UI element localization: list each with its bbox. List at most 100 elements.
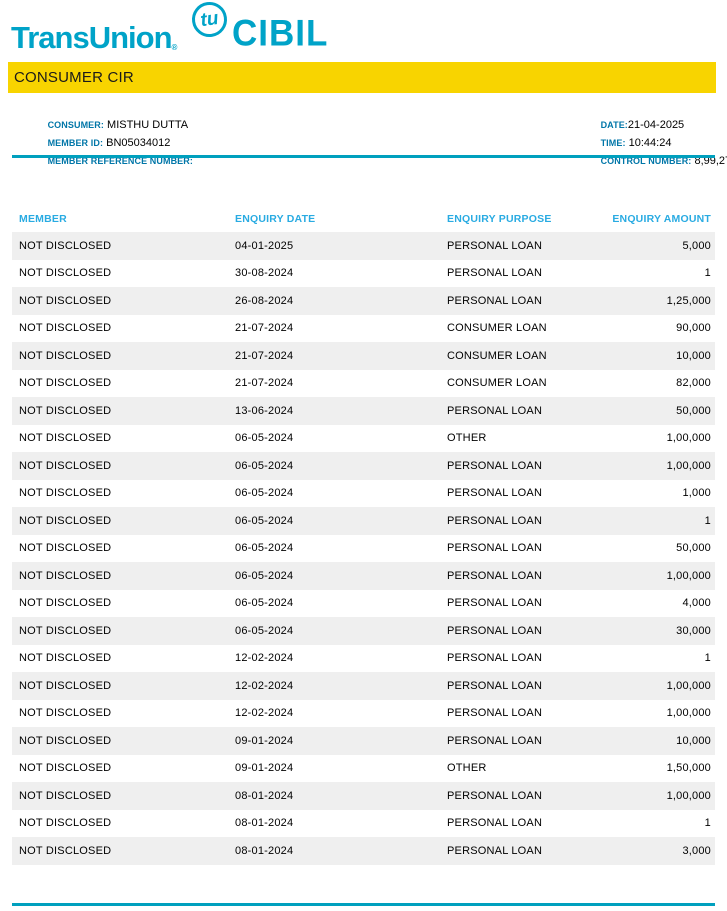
- cell-member: NOT DISCLOSED: [19, 707, 112, 720]
- cell-member: NOT DISCLOSED: [19, 569, 112, 582]
- table-row: NOT DISCLOSED 04-01-2025 PERSONAL LOAN 5…: [12, 232, 715, 260]
- cell-member: NOT DISCLOSED: [19, 322, 112, 335]
- registered-trademark-symbol: ®: [171, 43, 178, 52]
- transunion-wordmark-text: TransUnion: [11, 20, 173, 55]
- cell-member: NOT DISCLOSED: [19, 652, 112, 665]
- cell-enquiry-date: 06-05-2024: [235, 542, 294, 555]
- cell-enquiry-date: 09-01-2024: [235, 734, 294, 747]
- cell-member: NOT DISCLOSED: [19, 349, 112, 362]
- cell-enquiry-purpose: PERSONAL LOAN: [447, 404, 543, 417]
- cell-enquiry-amount: 1,50,000: [666, 762, 711, 775]
- date-line: DATE:21-04-2025: [565, 97, 727, 131]
- column-header-enquiry-amount: ENQUIRY AMOUNT: [612, 213, 711, 225]
- cell-enquiry-purpose: PERSONAL LOAN: [447, 239, 543, 252]
- date-label: DATE:: [600, 120, 628, 130]
- table-body: NOT DISCLOSED 04-01-2025 PERSONAL LOAN 5…: [12, 232, 715, 865]
- member-id-label: MEMBER ID:: [47, 138, 104, 148]
- table-row: NOT DISCLOSED 06-05-2024 PERSONAL LOAN 1…: [12, 562, 715, 590]
- table-header-row: MEMBER ENQUIRY DATE ENQUIRY PURPOSE ENQU…: [12, 206, 715, 232]
- cell-enquiry-date: 06-05-2024: [235, 569, 294, 582]
- cell-enquiry-amount: 1,00,000: [666, 432, 711, 445]
- cell-enquiry-purpose: PERSONAL LOAN: [447, 267, 543, 280]
- cell-enquiry-date: 06-05-2024: [235, 597, 294, 610]
- cell-enquiry-date: 13-06-2024: [235, 404, 294, 417]
- cell-enquiry-amount: 4,000: [682, 597, 711, 610]
- bottom-divider: [12, 903, 715, 906]
- cell-enquiry-amount: 1: [704, 267, 711, 280]
- cell-member: NOT DISCLOSED: [19, 762, 112, 775]
- cell-member: NOT DISCLOSED: [19, 239, 112, 252]
- cell-member: NOT DISCLOSED: [19, 789, 112, 802]
- cell-member: NOT DISCLOSED: [19, 679, 112, 692]
- cell-member: NOT DISCLOSED: [19, 624, 112, 637]
- cell-enquiry-purpose: PERSONAL LOAN: [447, 487, 543, 500]
- table-row: NOT DISCLOSED 06-05-2024 PERSONAL LOAN 1…: [12, 480, 715, 508]
- top-divider: [12, 155, 715, 158]
- cell-enquiry-date: 21-07-2024: [235, 377, 294, 390]
- table-row: NOT DISCLOSED 06-05-2024 PERSONAL LOAN 1…: [12, 452, 715, 480]
- table-row: NOT DISCLOSED 09-01-2024 PERSONAL LOAN 1…: [12, 727, 715, 755]
- cell-enquiry-purpose: PERSONAL LOAN: [447, 569, 543, 582]
- cell-enquiry-purpose: PERSONAL LOAN: [447, 624, 543, 637]
- cell-enquiry-purpose: OTHER: [447, 762, 487, 775]
- cell-member: NOT DISCLOSED: [19, 294, 112, 307]
- column-header-enquiry-purpose: ENQUIRY PURPOSE: [447, 213, 552, 225]
- brand-logo: TransUnion® tu CIBIL: [0, 0, 727, 62]
- cell-enquiry-date: 06-05-2024: [235, 459, 294, 472]
- table-row: NOT DISCLOSED 06-05-2024 PERSONAL LOAN 4…: [12, 590, 715, 618]
- cell-enquiry-amount: 10,000: [676, 734, 711, 747]
- cell-enquiry-amount: 50,000: [676, 542, 711, 555]
- table-row: NOT DISCLOSED 26-08-2024 PERSONAL LOAN 1…: [12, 287, 715, 315]
- tu-monogram-icon: tu: [189, 0, 230, 40]
- table-row: NOT DISCLOSED 12-02-2024 PERSONAL LOAN 1: [12, 645, 715, 673]
- cell-enquiry-date: 08-01-2024: [235, 817, 294, 830]
- table-row: NOT DISCLOSED 06-05-2024 PERSONAL LOAN 1: [12, 507, 715, 535]
- cell-enquiry-date: 30-08-2024: [235, 267, 294, 280]
- time-label: TIME:: [600, 138, 626, 148]
- consumer-cir-banner: CONSUMER CIR: [8, 62, 716, 93]
- table-row: NOT DISCLOSED 30-08-2024 PERSONAL LOAN 1: [12, 260, 715, 288]
- cell-enquiry-amount: 10,000: [676, 349, 711, 362]
- cell-member: NOT DISCLOSED: [19, 377, 112, 390]
- cell-enquiry-amount: 1,25,000: [666, 294, 711, 307]
- enquiry-table: MEMBER ENQUIRY DATE ENQUIRY PURPOSE ENQU…: [12, 206, 715, 865]
- cell-enquiry-date: 21-07-2024: [235, 322, 294, 335]
- column-header-member: MEMBER: [19, 213, 67, 225]
- cell-enquiry-purpose: PERSONAL LOAN: [447, 817, 543, 830]
- cell-enquiry-date: 04-01-2025: [235, 239, 294, 252]
- cell-enquiry-purpose: CONSUMER LOAN: [447, 349, 547, 362]
- cibil-wordmark: CIBIL: [232, 13, 329, 54]
- cell-member: NOT DISCLOSED: [19, 432, 112, 445]
- member-id-value: BN05034012: [103, 137, 171, 149]
- cell-enquiry-purpose: PERSONAL LOAN: [447, 707, 543, 720]
- table-row: NOT DISCLOSED 13-06-2024 PERSONAL LOAN 5…: [12, 397, 715, 425]
- cell-member: NOT DISCLOSED: [19, 844, 112, 857]
- cell-enquiry-purpose: PERSONAL LOAN: [447, 542, 543, 555]
- consumer-cir-report-page: TransUnion® tu CIBIL CONSUMER CIR CONSUM…: [0, 0, 727, 911]
- cell-enquiry-purpose: PERSONAL LOAN: [447, 294, 543, 307]
- table-row: NOT DISCLOSED 06-05-2024 PERSONAL LOAN 3…: [12, 617, 715, 645]
- cell-enquiry-date: 12-02-2024: [235, 679, 294, 692]
- cell-enquiry-date: 12-02-2024: [235, 707, 294, 720]
- cell-enquiry-purpose: PERSONAL LOAN: [447, 514, 543, 527]
- table-row: NOT DISCLOSED 21-07-2024 CONSUMER LOAN 1…: [12, 342, 715, 370]
- cell-enquiry-purpose: PERSONAL LOAN: [447, 652, 543, 665]
- consumer-info-left: CONSUMER: MISTHU DUTTA MEMBER ID: BN0503…: [12, 97, 193, 166]
- cell-enquiry-amount: 1: [704, 817, 711, 830]
- cell-enquiry-date: 21-07-2024: [235, 349, 294, 362]
- cell-enquiry-date: 09-01-2024: [235, 762, 294, 775]
- table-row: NOT DISCLOSED 06-05-2024 PERSONAL LOAN 5…: [12, 535, 715, 563]
- consumer-value: MISTHU DUTTA: [103, 119, 189, 131]
- cell-member: NOT DISCLOSED: [19, 514, 112, 527]
- cell-enquiry-purpose: PERSONAL LOAN: [447, 459, 543, 472]
- cell-enquiry-amount: 82,000: [676, 377, 711, 390]
- table-row: NOT DISCLOSED 21-07-2024 CONSUMER LOAN 9…: [12, 315, 715, 343]
- table-row: NOT DISCLOSED 08-01-2024 PERSONAL LOAN 3…: [12, 837, 715, 865]
- cell-member: NOT DISCLOSED: [19, 267, 112, 280]
- cell-enquiry-amount: 1: [704, 652, 711, 665]
- cell-member: NOT DISCLOSED: [19, 487, 112, 500]
- cell-enquiry-amount: 1,00,000: [666, 569, 711, 582]
- cell-enquiry-date: 06-05-2024: [235, 624, 294, 637]
- cell-enquiry-amount: 90,000: [676, 322, 711, 335]
- cell-enquiry-amount: 50,000: [676, 404, 711, 417]
